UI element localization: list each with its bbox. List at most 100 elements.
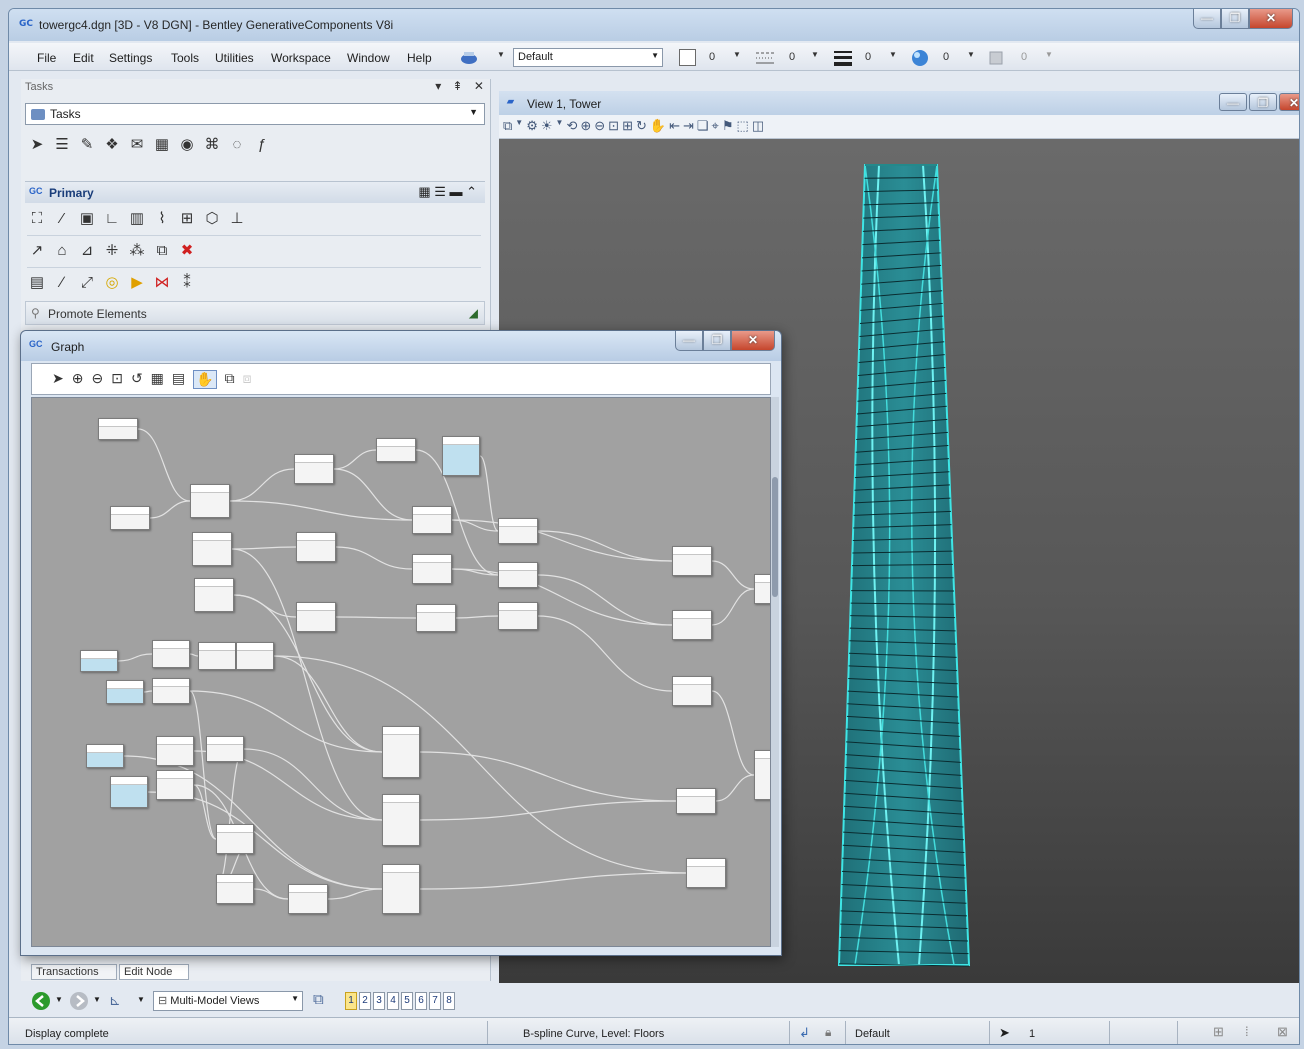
dropdown-icon[interactable]: ▼	[515, 118, 523, 134]
walk-icon[interactable]: ⚑	[722, 118, 734, 134]
tab-edit-node[interactable]: Edit Node	[119, 964, 189, 980]
menu-tools[interactable]: Tools	[171, 51, 199, 65]
graph-node[interactable]	[236, 642, 274, 670]
graph-node[interactable]	[442, 436, 480, 476]
menu-help[interactable]: Help	[407, 51, 432, 65]
minimize-button[interactable]: —	[1193, 9, 1221, 29]
display-style-icon[interactable]: ⚙	[526, 118, 538, 134]
generate-icon[interactable]: ⌘	[202, 135, 222, 155]
graph-node[interactable]	[382, 726, 420, 778]
view-groups-icon[interactable]: ⊾	[109, 992, 121, 1009]
graph-node[interactable]	[216, 824, 254, 854]
graph-node[interactable]	[412, 554, 452, 584]
graph-node[interactable]	[498, 518, 538, 544]
curve-icon[interactable]: ⌇	[152, 209, 172, 229]
rotate-view-icon[interactable]: ↻	[636, 118, 647, 134]
menu-settings[interactable]: Settings	[109, 51, 152, 65]
line-weight-icon[interactable]	[833, 49, 853, 67]
feature-icon[interactable]: ❖	[102, 135, 122, 155]
zoom-out-icon[interactable]: ⊖	[594, 118, 605, 134]
view-button-7[interactable]: 7	[429, 992, 441, 1010]
transactions-icon[interactable]: ☰	[52, 135, 72, 155]
graph-node[interactable]	[754, 574, 770, 604]
promote-action-icon[interactable]: ◢	[469, 306, 478, 320]
line-style-icon[interactable]	[755, 50, 775, 66]
graph-node[interactable]	[686, 858, 726, 888]
graph-node[interactable]	[152, 640, 190, 668]
view-next-icon[interactable]: ⇥	[683, 118, 694, 134]
graph-minimize-button[interactable]: —	[675, 331, 703, 351]
select-arrow-icon[interactable]: ➤	[27, 135, 47, 155]
primary-view-buttons[interactable]: ▦ ☰ ▬ ⌃	[418, 184, 477, 200]
graph-pan-icon[interactable]: ✋	[193, 370, 217, 389]
graph-close-button[interactable]: ✕	[731, 331, 775, 351]
weight-dropdown-arrow[interactable]: ▼	[889, 50, 897, 59]
graph-variable-icon[interactable]: ▤	[27, 273, 47, 293]
graph-node[interactable]	[498, 562, 538, 588]
level-dropdown-arrow[interactable]: ▼	[497, 50, 505, 59]
pan-view-icon[interactable]: ✋	[650, 118, 666, 134]
accudraw-icon[interactable]: ⊞	[1213, 1024, 1224, 1040]
view-restore-button[interactable]: ❐	[1249, 93, 1277, 111]
graph-layout-icon[interactable]: ▦	[151, 370, 164, 389]
zoom-in-icon[interactable]: ⊕	[580, 118, 591, 134]
menu-window[interactable]: Window	[347, 51, 390, 65]
clip-volume-icon[interactable]: ⬚	[737, 118, 749, 134]
bspline-icon[interactable]: ↗	[27, 241, 47, 261]
graph-node[interactable]	[198, 642, 236, 670]
graph-node[interactable]	[206, 736, 244, 762]
view-button-4[interactable]: 4	[387, 992, 399, 1010]
polygon-icon[interactable]: ⬡	[202, 209, 222, 229]
graph-node[interactable]	[672, 610, 712, 640]
graph-fit-icon[interactable]: ⊡	[111, 370, 123, 389]
solid-icon[interactable]: ▥	[127, 209, 147, 229]
graph-node[interactable]	[110, 776, 148, 808]
menu-edit[interactable]: Edit	[73, 51, 94, 65]
function-icon[interactable]: ƒ	[252, 135, 272, 155]
graph-node[interactable]	[152, 678, 190, 704]
arc-icon[interactable]: ⁜	[102, 241, 122, 261]
forward-dropdown-arrow[interactable]: ▼	[93, 995, 101, 1004]
manage-icon[interactable]: ✉	[127, 135, 147, 155]
record-icon[interactable]: ◉	[177, 135, 197, 155]
update-view-icon[interactable]: ⟲	[566, 118, 577, 134]
graph-arrange-icon[interactable]: ▤	[172, 370, 185, 389]
graph-node[interactable]	[382, 864, 420, 914]
variables-icon[interactable]: ▦	[152, 135, 172, 155]
measure-icon[interactable]: ∕	[52, 273, 72, 293]
graph-node[interactable]	[194, 578, 234, 612]
color-swatch-icon[interactable]	[679, 49, 696, 66]
view-button-2[interactable]: 2	[359, 992, 371, 1010]
graph-node[interactable]	[106, 680, 144, 704]
graph-node[interactable]	[672, 676, 712, 706]
fit-view-icon[interactable]: ⊞	[622, 118, 633, 134]
graph-node[interactable]	[382, 794, 420, 846]
cycle-icon[interactable]: ◌	[227, 135, 247, 155]
level-display-icon[interactable]	[459, 49, 483, 67]
graph-node[interactable]	[376, 438, 416, 462]
priority-dropdown-arrow[interactable]: ▼	[1045, 50, 1053, 59]
graph-node[interactable]	[754, 750, 770, 800]
coordinate-icon[interactable]: ∟	[102, 209, 122, 229]
maximize-button[interactable]: ❐	[1221, 9, 1249, 29]
tab-transactions[interactable]: Transactions	[31, 964, 117, 980]
view-minimize-button[interactable]: —	[1219, 93, 1247, 111]
view-button-1[interactable]: 1	[345, 992, 357, 1010]
script-icon[interactable]: ✎	[77, 135, 97, 155]
graph-node[interactable]	[294, 454, 334, 484]
dropdown-icon[interactable]: ▼	[556, 118, 564, 134]
menu-utilities[interactable]: Utilities	[215, 51, 254, 65]
view-options-icon[interactable]: ⧉	[313, 991, 324, 1008]
graph-refresh-icon[interactable]: ↺	[131, 370, 143, 389]
view-button-8[interactable]: 8	[443, 992, 455, 1010]
extrude-icon[interactable]: ⊿	[77, 241, 97, 261]
view-groups-dropdown-arrow[interactable]: ▼	[137, 995, 145, 1004]
graph-export-icon[interactable]: ⧉	[225, 370, 235, 389]
network-icon[interactable]: ⁑	[177, 273, 197, 293]
spread-icon[interactable]: ⁂	[127, 241, 147, 261]
view-previous-icon[interactable]: ⇤	[669, 118, 680, 134]
play-icon[interactable]: ▶	[127, 273, 147, 293]
parameter-icon[interactable]: ⊥	[227, 209, 247, 229]
copy-view-icon[interactable]: ❏	[697, 118, 709, 134]
clip-mask-icon[interactable]: ◫	[752, 118, 764, 134]
